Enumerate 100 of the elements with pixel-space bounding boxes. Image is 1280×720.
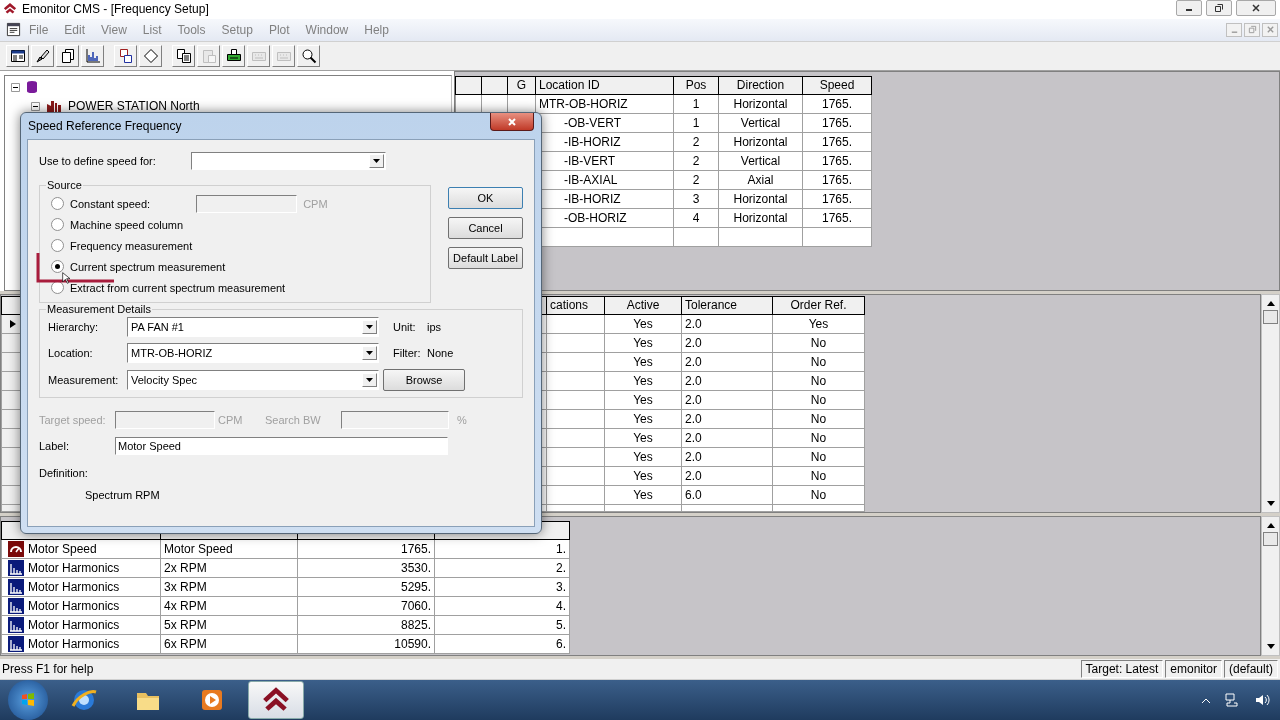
table-cell: 7060. bbox=[297, 596, 435, 616]
radio-button[interactable] bbox=[51, 260, 64, 273]
input-field[interactable] bbox=[115, 411, 215, 429]
field-label: Hierarchy: bbox=[48, 321, 100, 333]
taskbar-button[interactable] bbox=[248, 681, 304, 719]
table-cell: 1 bbox=[673, 94, 719, 114]
chart-icon bbox=[84, 47, 101, 64]
column-header[interactable]: Location ID bbox=[535, 76, 674, 95]
field-label: Unit: bbox=[393, 321, 417, 333]
input-field[interactable]: Motor Speed bbox=[115, 437, 448, 455]
radio-label[interactable]: Extract from current spectrum measurement bbox=[70, 281, 286, 294]
status-pane: Target: Latest bbox=[1080, 660, 1164, 678]
volume-icon[interactable] bbox=[1254, 692, 1270, 708]
table-cell: 2. bbox=[434, 558, 570, 578]
column-header[interactable]: Tolerance bbox=[681, 296, 773, 315]
scroll-down-icon[interactable] bbox=[1266, 644, 1275, 650]
radio-label[interactable]: Machine speed column bbox=[70, 218, 184, 231]
menu-item[interactable]: File bbox=[21, 22, 57, 37]
menu-item[interactable]: List bbox=[134, 22, 170, 37]
table-cell: No bbox=[772, 409, 865, 429]
dialog-button[interactable]: OK bbox=[448, 187, 523, 209]
column-header[interactable]: Direction bbox=[718, 76, 803, 95]
menu-item[interactable]: View bbox=[93, 22, 135, 37]
printer-icon bbox=[225, 47, 242, 64]
toolbar-button[interactable] bbox=[172, 44, 195, 67]
table-cell: 1. bbox=[434, 539, 570, 559]
menu-item[interactable]: Tools bbox=[169, 22, 214, 37]
input-field[interactable] bbox=[196, 194, 298, 213]
toolbar-button[interactable] bbox=[31, 44, 54, 67]
table-cell: Motor Speed bbox=[28, 542, 97, 557]
table-cell: 10590. bbox=[297, 634, 435, 654]
collapse-icon[interactable] bbox=[11, 82, 20, 92]
dropdown[interactable]: Velocity Spec bbox=[127, 370, 379, 390]
scroll-down-icon[interactable] bbox=[1266, 501, 1275, 507]
table-cell: 2 bbox=[673, 132, 719, 152]
radio-label[interactable]: Current spectrum measurement bbox=[70, 260, 226, 273]
toolbar-button[interactable] bbox=[6, 44, 29, 67]
close-icon bbox=[1251, 3, 1261, 14]
start-button[interactable] bbox=[8, 680, 48, 720]
column-header[interactable]: Pos bbox=[673, 76, 719, 95]
browse-button[interactable]: Browse bbox=[383, 369, 465, 391]
column-header[interactable]: Order Ref. bbox=[772, 296, 865, 315]
scroll-thumb[interactable] bbox=[1263, 532, 1278, 547]
scroll-up-icon[interactable] bbox=[1266, 300, 1275, 306]
table-cell: 4 bbox=[673, 208, 719, 228]
minimize-button[interactable] bbox=[1176, 0, 1202, 17]
toolbar-button[interactable] bbox=[114, 44, 137, 67]
toolbar-button[interactable] bbox=[222, 44, 245, 67]
factory-icon bbox=[46, 99, 62, 114]
table-cell: 1765. bbox=[802, 208, 872, 228]
table-cell: 2 bbox=[673, 170, 719, 190]
dialog-button[interactable]: Default Label bbox=[448, 247, 523, 269]
table-cell: Horizontal bbox=[718, 132, 803, 152]
dropdown[interactable] bbox=[191, 152, 386, 170]
radio-label[interactable]: Frequency measurement bbox=[70, 239, 193, 252]
close-button[interactable] bbox=[490, 113, 534, 131]
field-value: ips bbox=[427, 321, 442, 333]
input-field[interactable] bbox=[341, 411, 449, 429]
dialog-title: Speed Reference Frequency bbox=[28, 119, 182, 133]
restore-button[interactable] bbox=[1206, 0, 1232, 17]
scroll-up-icon[interactable] bbox=[1266, 523, 1275, 529]
table-cell: 2.0 bbox=[681, 447, 773, 467]
radio-button[interactable] bbox=[51, 218, 64, 231]
menu-item[interactable]: Plot bbox=[260, 22, 298, 37]
radio-button[interactable] bbox=[51, 197, 64, 210]
collapse-icon[interactable] bbox=[31, 101, 40, 111]
dropdown[interactable]: PA FAN #1 bbox=[127, 317, 379, 337]
close-icon bbox=[507, 116, 517, 127]
table-cell: Motor Harmonics bbox=[28, 599, 120, 614]
column-header[interactable]: Active bbox=[604, 296, 682, 315]
caret-down-icon bbox=[366, 378, 373, 382]
menu-item[interactable]: Edit bbox=[56, 22, 94, 37]
menu-item[interactable]: Help bbox=[356, 22, 397, 37]
scroll-thumb[interactable] bbox=[1263, 309, 1278, 324]
table-cell: 1765. bbox=[802, 189, 872, 209]
menu-item[interactable]: Window bbox=[297, 22, 357, 37]
tree-item[interactable]: POWER STATION North bbox=[68, 99, 200, 114]
table-cell: Horizontal bbox=[718, 208, 803, 228]
dialog-button[interactable]: Cancel bbox=[448, 217, 523, 239]
window-icon bbox=[9, 47, 26, 64]
radio-label[interactable]: Constant speed: bbox=[70, 197, 151, 210]
toolbar-button[interactable] bbox=[56, 44, 79, 67]
table-cell: 3530. bbox=[297, 558, 435, 578]
column-header[interactable]: G bbox=[507, 76, 536, 95]
radio-button[interactable] bbox=[51, 239, 64, 252]
unit-label: CPM bbox=[303, 197, 328, 210]
close-icon bbox=[1265, 25, 1275, 35]
dropdown[interactable]: MTR-OB-HORIZ bbox=[127, 343, 379, 363]
status-text: Press F1 for help bbox=[1, 662, 94, 676]
column-header[interactable]: cations bbox=[546, 296, 605, 315]
menu-item[interactable]: Setup bbox=[213, 22, 261, 37]
document-icon[interactable] bbox=[6, 22, 21, 38]
table-cell: 4. bbox=[434, 596, 570, 616]
documents-icon bbox=[117, 47, 134, 64]
scrollbar[interactable] bbox=[1261, 516, 1280, 657]
column-header[interactable]: Speed bbox=[802, 76, 872, 95]
chevron-up-icon[interactable] bbox=[1202, 697, 1210, 703]
network-icon[interactable] bbox=[1224, 692, 1240, 708]
scrollbar[interactable] bbox=[1261, 293, 1280, 514]
toolbar-button[interactable] bbox=[297, 44, 320, 67]
